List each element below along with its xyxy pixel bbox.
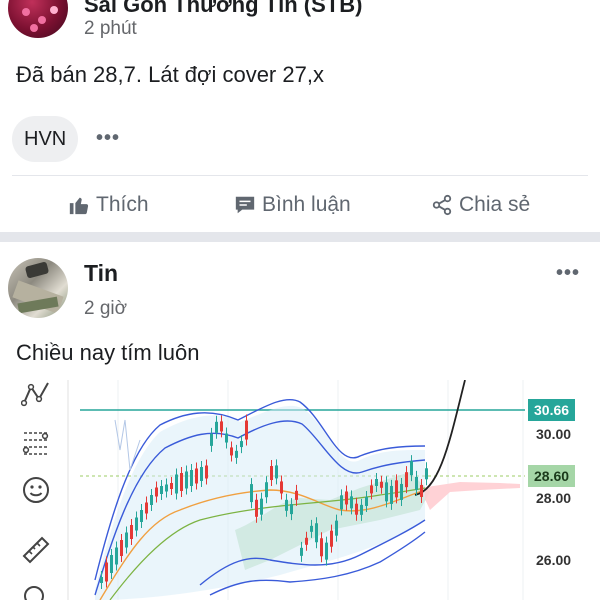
- candle-body: [195, 468, 198, 484]
- candle-body: [155, 487, 158, 497]
- candlestick-chart: [67, 380, 525, 600]
- candle-body: [265, 482, 268, 498]
- candle-body: [345, 491, 348, 505]
- cloud-down: [420, 482, 520, 510]
- candle-body: [350, 496, 353, 509]
- candle-body: [320, 538, 323, 557]
- post-author[interactable]: Sài Gòn Thương Tín (STB): [84, 0, 362, 18]
- comment-icon: [235, 196, 255, 214]
- post-author[interactable]: Tin: [84, 260, 118, 287]
- candle-body: [240, 441, 243, 448]
- candle-body: [130, 525, 133, 539]
- candle-body: [355, 503, 358, 515]
- feed-separator: [0, 232, 600, 242]
- candle-body: [295, 490, 298, 500]
- candle-body: [395, 480, 398, 498]
- candle-body: [335, 520, 338, 536]
- candle-body: [375, 479, 378, 487]
- candle-body: [280, 481, 283, 494]
- candle-body: [230, 447, 233, 456]
- candle-body: [315, 523, 318, 543]
- candle-body: [200, 467, 203, 481]
- candle-body: [290, 504, 293, 515]
- comment-label: Bình luận: [262, 193, 351, 216]
- candle-body: [400, 483, 403, 500]
- candle-body: [260, 498, 263, 515]
- candle-body: [310, 525, 313, 532]
- divider: [12, 175, 588, 176]
- post-timestamp[interactable]: 2 giờ: [84, 298, 127, 320]
- like-button[interactable]: Thích: [68, 190, 149, 220]
- candle-body: [225, 433, 228, 443]
- candle-body: [415, 476, 418, 490]
- avatar[interactable]: [8, 258, 68, 318]
- candle-body: [115, 547, 118, 565]
- candle-body: [330, 530, 333, 547]
- chart-image[interactable]: 30.66 30.00 28.60 28.00 26.00: [0, 380, 600, 600]
- post-1: Sài Gòn Thương Tín (STB) 2 phút Đã bán 2…: [0, 0, 600, 232]
- candle-body: [210, 433, 213, 446]
- price-label: 26.00: [536, 552, 572, 568]
- candle-body: [170, 483, 173, 489]
- candle-body: [165, 484, 168, 492]
- post-text: Đã bán 28,7. Lát đợi cover 27,x: [16, 62, 324, 87]
- candle-body: [410, 461, 413, 476]
- comment-button[interactable]: Bình luận: [234, 190, 351, 220]
- share-label: Chia sẻ: [459, 193, 531, 216]
- candle-body: [235, 450, 238, 458]
- candle-body: [135, 517, 138, 531]
- candle-body: [340, 495, 343, 510]
- thumbs-up-icon: [69, 197, 89, 215]
- candle-body: [420, 484, 423, 497]
- candle-body: [275, 465, 278, 479]
- candle-body: [100, 577, 103, 583]
- candle-body: [110, 555, 113, 573]
- price-tag-current: 28.60: [528, 465, 576, 487]
- more-options-icon[interactable]: •••: [556, 262, 580, 285]
- candle-body: [125, 532, 128, 548]
- candle-body: [245, 420, 248, 440]
- price-label: 28.00: [536, 490, 572, 506]
- candle-body: [140, 510, 143, 522]
- candle-body: [190, 470, 193, 486]
- candle-body: [175, 474, 178, 494]
- candle-body: [250, 484, 253, 503]
- candle-body: [270, 466, 273, 481]
- candle-body: [150, 495, 153, 505]
- post-timestamp[interactable]: 2 phút: [84, 18, 137, 40]
- candle-body: [385, 482, 388, 502]
- candle-body: [255, 499, 258, 517]
- post-2: Tin 2 giờ ••• Chiều nay tím luôn 30.66 3…: [0, 242, 600, 600]
- candle-body: [325, 542, 328, 560]
- candle-body: [105, 562, 108, 582]
- share-button[interactable]: Chia sẻ: [431, 190, 530, 220]
- candle-body: [180, 473, 183, 491]
- price-label: 30.00: [536, 426, 572, 442]
- candle-body: [185, 471, 188, 489]
- candle-body: [120, 540, 123, 556]
- more-options-icon[interactable]: •••: [96, 127, 120, 150]
- price-tag-top: 30.66: [528, 399, 576, 421]
- candle-body: [360, 504, 363, 515]
- candle-body: [305, 537, 308, 545]
- candle-body: [370, 485, 373, 494]
- candle-body: [390, 485, 393, 504]
- share-icon: [432, 194, 452, 216]
- ticker-tag[interactable]: HVN: [12, 116, 79, 162]
- candle-body: [300, 547, 303, 556]
- candle-body: [205, 465, 208, 479]
- candle-body: [425, 468, 428, 480]
- candle-body: [285, 499, 288, 511]
- candle-body: [365, 496, 368, 506]
- candle-body: [145, 502, 148, 514]
- post-text: Chiều nay tím luôn: [16, 340, 200, 365]
- candle-body: [405, 472, 408, 488]
- like-label: Thích: [96, 193, 149, 216]
- candle-body: [220, 421, 223, 432]
- candle-body: [160, 486, 163, 494]
- candle-body: [215, 421, 218, 433]
- avatar[interactable]: [8, 0, 68, 38]
- candle-body: [380, 481, 383, 488]
